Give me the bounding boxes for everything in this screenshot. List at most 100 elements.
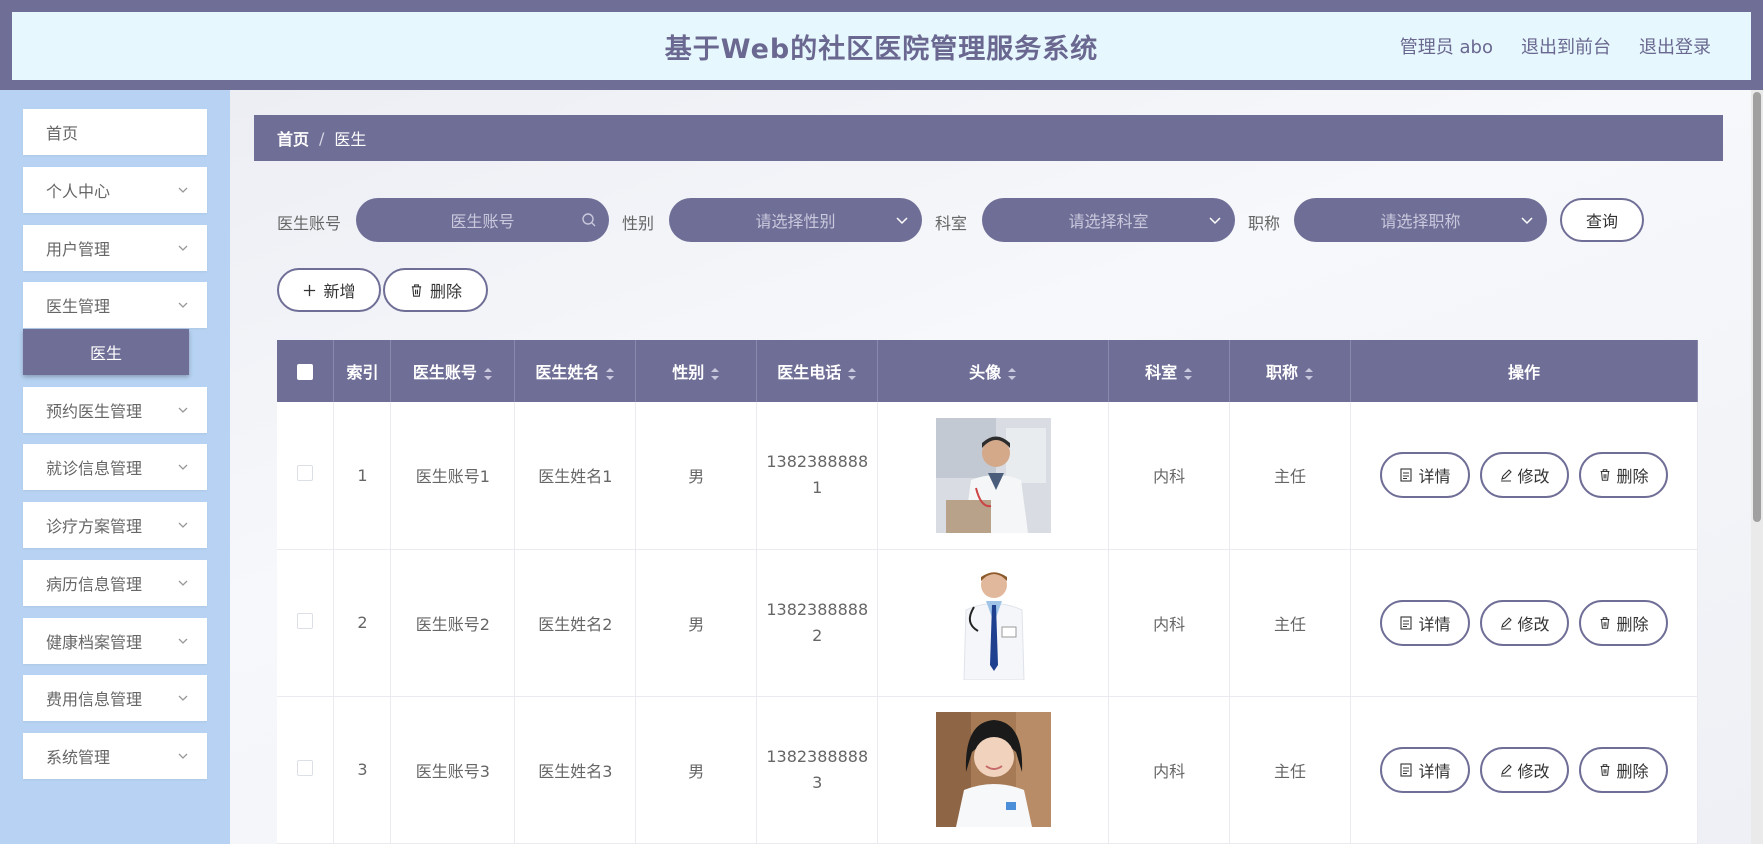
doctor-avatar-photo bbox=[935, 565, 1051, 680]
edit-button[interactable]: 修改 bbox=[1479, 746, 1569, 793]
phone-line-2: 2 bbox=[812, 625, 823, 645]
cell-index: 2 bbox=[333, 549, 392, 697]
gender-select[interactable]: 请选择性别 bbox=[669, 198, 922, 242]
cell-gender: 男 bbox=[635, 696, 758, 844]
col-dept-label: 科室 bbox=[1145, 363, 1178, 382]
delete-button[interactable]: 删除 bbox=[1578, 452, 1668, 499]
sidebar-item-home[interactable]: 首页 bbox=[23, 109, 207, 155]
cell-dept: 内科 bbox=[1108, 402, 1231, 550]
sort-icon[interactable] bbox=[1183, 367, 1193, 381]
sidebar-item-visit-info[interactable]: 就诊信息管理 bbox=[23, 444, 207, 490]
doctor-avatar-photo bbox=[935, 417, 1051, 533]
chevron-down-icon bbox=[178, 522, 188, 528]
sidebar-item-personal-center[interactable]: 个人中心 bbox=[23, 167, 207, 213]
row-checkbox[interactable] bbox=[297, 465, 314, 482]
scrollbar-thumb[interactable] bbox=[1753, 92, 1761, 522]
sort-icon[interactable] bbox=[710, 367, 720, 381]
delete-button[interactable]: 删除 bbox=[1578, 599, 1668, 646]
sort-icon[interactable] bbox=[605, 367, 615, 381]
cell-avatar bbox=[877, 549, 1110, 697]
col-account[interactable]: 医生账号 bbox=[390, 340, 516, 402]
phone-line-1: 1382388888 bbox=[766, 599, 869, 619]
sidebar-item-fee-info[interactable]: 费用信息管理 bbox=[23, 675, 207, 721]
top-bar: 基于Web的社区医院管理服务系统 管理员 abo 退出到前台 退出登录 bbox=[0, 0, 1763, 90]
main-content: 首页 / 医生 医生账号 医生账号 性别 请选择性别 科室 请选择科室 职称 请… bbox=[230, 90, 1763, 844]
bulk-delete-button[interactable]: 删除 bbox=[383, 268, 488, 312]
detail-button[interactable]: 详情 bbox=[1380, 452, 1470, 499]
row-checkbox[interactable] bbox=[297, 612, 314, 629]
row-select-cell[interactable] bbox=[277, 696, 335, 844]
col-avatar[interactable]: 头像 bbox=[877, 340, 1110, 402]
col-title-label: 职称 bbox=[1266, 363, 1299, 382]
trash-icon bbox=[1600, 763, 1609, 776]
logout-link[interactable]: 退出登录 bbox=[1639, 33, 1711, 59]
trash-icon bbox=[1600, 616, 1609, 629]
sidebar-item-system[interactable]: 系统管理 bbox=[23, 733, 207, 779]
sidebar-item-treatment-plan[interactable]: 诊疗方案管理 bbox=[23, 502, 207, 548]
cell-index: 3 bbox=[333, 696, 392, 844]
col-phone[interactable]: 医生电话 bbox=[756, 340, 879, 402]
col-operations: 操作 bbox=[1350, 340, 1698, 402]
detail-button[interactable]: 详情 bbox=[1380, 599, 1470, 646]
dept-label: 科室 bbox=[935, 214, 968, 233]
title-select[interactable]: 请选择职称 bbox=[1294, 198, 1547, 242]
table-header-row: 索引 医生账号 医生姓名 性别 医生电话 头像 科室 职称 操作 bbox=[277, 340, 1698, 402]
edit-button[interactable]: 修改 bbox=[1479, 452, 1569, 499]
sidebar-item-label: 费用信息管理 bbox=[46, 690, 143, 709]
row-select-cell[interactable] bbox=[277, 402, 335, 550]
edit-label: 修改 bbox=[1517, 761, 1550, 781]
edit-label: 修改 bbox=[1517, 467, 1550, 487]
sidebar: 首页 个人中心 用户管理 医生管理 医生 预约医生管理 就诊信息管理 诊疗方案管… bbox=[0, 90, 230, 844]
search-icon bbox=[582, 213, 596, 227]
col-title[interactable]: 职称 bbox=[1229, 340, 1352, 402]
account-search-input[interactable]: 医生账号 bbox=[356, 198, 609, 242]
document-icon bbox=[1400, 615, 1413, 630]
sort-icon[interactable] bbox=[483, 367, 493, 381]
admin-label[interactable]: 管理员 abo bbox=[1400, 33, 1493, 59]
row-checkbox[interactable] bbox=[297, 759, 314, 776]
detail-label: 详情 bbox=[1418, 467, 1451, 487]
sort-icon[interactable] bbox=[1007, 367, 1017, 381]
edit-button[interactable]: 修改 bbox=[1479, 599, 1569, 646]
query-button[interactable]: 查询 bbox=[1560, 198, 1644, 242]
select-all-header[interactable] bbox=[277, 340, 335, 402]
pencil-icon bbox=[1500, 763, 1512, 777]
pencil-icon bbox=[1500, 469, 1512, 482]
sidebar-subitem-doctor[interactable]: 医生 bbox=[23, 329, 189, 375]
sidebar-item-doctor-management[interactable]: 医生管理 bbox=[23, 282, 207, 328]
sidebar-item-health-file[interactable]: 健康档案管理 bbox=[23, 618, 207, 664]
sidebar-item-label: 系统管理 bbox=[46, 748, 111, 767]
add-button[interactable]: 新增 bbox=[277, 268, 381, 312]
sidebar-item-medical-record[interactable]: 病历信息管理 bbox=[23, 560, 207, 606]
delete-button[interactable]: 删除 bbox=[1578, 746, 1668, 793]
col-gender[interactable]: 性别 bbox=[635, 340, 758, 402]
cell-title: 主任 bbox=[1229, 549, 1352, 697]
breadcrumb-separator: / bbox=[319, 128, 325, 148]
detail-button[interactable]: 详情 bbox=[1380, 746, 1470, 793]
row-select-cell[interactable] bbox=[277, 549, 335, 697]
chevron-down-icon bbox=[178, 407, 188, 413]
col-name[interactable]: 医生姓名 bbox=[514, 340, 637, 402]
doctor-table: 索引 医生账号 医生姓名 性别 医生电话 头像 科室 职称 操作 1 医生账号1… bbox=[277, 340, 1698, 844]
phone-line-1: 1382388888 bbox=[766, 452, 869, 472]
phone-line-1: 1382388888 bbox=[766, 746, 869, 766]
cell-title: 主任 bbox=[1229, 696, 1352, 844]
breadcrumb-current: 医生 bbox=[334, 130, 367, 149]
col-dept[interactable]: 科室 bbox=[1108, 340, 1231, 402]
chevron-down-icon bbox=[178, 464, 188, 470]
to-front-link[interactable]: 退出到前台 bbox=[1521, 33, 1611, 59]
dept-select[interactable]: 请选择科室 bbox=[982, 198, 1235, 242]
breadcrumb: 首页 / 医生 bbox=[254, 115, 1723, 161]
sidebar-item-user-management[interactable]: 用户管理 bbox=[23, 225, 207, 271]
chevron-down-icon bbox=[178, 302, 188, 308]
sidebar-item-appointment-management[interactable]: 预约医生管理 bbox=[23, 387, 207, 433]
cell-account: 医生账号3 bbox=[390, 696, 516, 844]
doctor-avatar-photo bbox=[935, 712, 1051, 827]
sort-icon[interactable] bbox=[847, 367, 857, 381]
breadcrumb-home[interactable]: 首页 bbox=[277, 126, 309, 150]
cell-name: 医生姓名1 bbox=[514, 402, 637, 550]
dept-placeholder: 请选择科室 bbox=[1068, 212, 1149, 231]
sort-icon[interactable] bbox=[1304, 367, 1314, 381]
select-all-checkbox[interactable] bbox=[297, 364, 314, 380]
top-bar-inner: 基于Web的社区医院管理服务系统 管理员 abo 退出到前台 退出登录 bbox=[12, 12, 1751, 80]
